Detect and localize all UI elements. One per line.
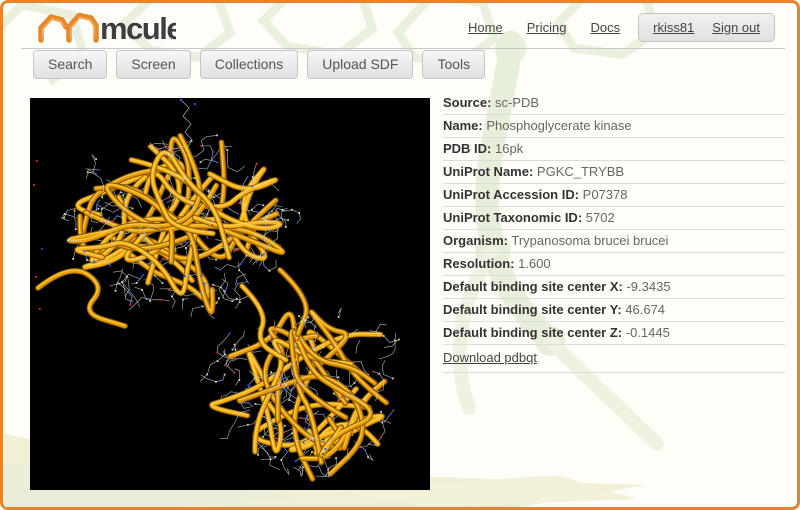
logo-text: mcule — [100, 11, 176, 46]
detail-value: sc-PDB — [491, 95, 539, 110]
detail-row-uniprot-name: UniProt Name: PGKC_TRYBB — [443, 161, 785, 184]
main-tabs: Search Screen Collections Upload SDF Tools — [33, 50, 485, 79]
detail-label: Organism: — [443, 233, 508, 248]
nav-link-pricing[interactable]: Pricing — [527, 20, 567, 35]
username-link[interactable]: rkiss81 — [653, 20, 694, 35]
detail-label: Default binding site center X: — [443, 279, 623, 294]
target-details-panel: Source: sc-PDBName: Phosphoglycerate kin… — [443, 92, 785, 373]
detail-label: PDB ID: — [443, 141, 491, 156]
detail-label: Name: — [443, 118, 483, 133]
top-nav: Home Pricing Docs rkiss81 Sign out — [468, 12, 775, 42]
header-divider — [21, 48, 785, 49]
mcule-logo[interactable]: mcule — [36, 7, 176, 52]
detail-value: 1.600 — [515, 256, 551, 271]
detail-value: P07378 — [579, 187, 627, 202]
sign-out-link[interactable]: Sign out — [712, 20, 760, 35]
detail-row-default-binding-site-center-x: Default binding site center X: -9.3435 — [443, 276, 785, 299]
protein-structure-image[interactable] — [30, 98, 430, 490]
detail-label: UniProt Accession ID: — [443, 187, 579, 202]
detail-label: Resolution: — [443, 256, 515, 271]
tab-tools[interactable]: Tools — [422, 50, 485, 79]
detail-row-organism: Organism: Trypanosoma brucei brucei — [443, 230, 785, 253]
detail-row-default-binding-site-center-y: Default binding site center Y: 46.674 — [443, 299, 785, 322]
detail-row-source: Source: sc-PDB — [443, 92, 785, 115]
nav-link-docs[interactable]: Docs — [590, 20, 620, 35]
detail-row-resolution: Resolution: 1.600 — [443, 253, 785, 276]
detail-value: PGKC_TRYBB — [533, 164, 624, 179]
detail-row-uniprot-accession-id: UniProt Accession ID: P07378 — [443, 184, 785, 207]
user-box: rkiss81 Sign out — [638, 13, 775, 42]
logo-hexagon-icon — [41, 17, 66, 40]
tab-screen[interactable]: Screen — [116, 50, 190, 79]
detail-row-default-binding-site-center-z: Default binding site center Z: -0.1445 — [443, 322, 785, 345]
nav-link-home[interactable]: Home — [468, 20, 503, 35]
mcule-target-details-page: { "page": { "frame_color": "#e8832a", "b… — [0, 0, 800, 510]
detail-value: 46.674 — [622, 302, 665, 317]
download-row: Download pdbqt — [443, 345, 785, 373]
detail-label: UniProt Taxonomic ID: — [443, 210, 582, 225]
logo-hexagon-icon-2 — [69, 16, 96, 41]
detail-value: -9.3435 — [623, 279, 671, 294]
tab-search[interactable]: Search — [33, 50, 107, 79]
protein-viewer[interactable] — [30, 98, 430, 490]
detail-label: UniProt Name: — [443, 164, 533, 179]
tab-upload-sdf[interactable]: Upload SDF — [307, 50, 413, 79]
nav-links: Home Pricing Docs — [468, 20, 620, 35]
detail-label: Source: — [443, 95, 491, 110]
detail-value: Phosphoglycerate kinase — [483, 118, 632, 133]
detail-row-uniprot-taxonomic-id: UniProt Taxonomic ID: 5702 — [443, 207, 785, 230]
tab-collections[interactable]: Collections — [200, 50, 298, 79]
detail-value: 5702 — [582, 210, 615, 225]
detail-value: 16pk — [491, 141, 523, 156]
download-pdbqt-link[interactable]: Download pdbqt — [443, 350, 537, 365]
detail-label: Default binding site center Y: — [443, 302, 622, 317]
detail-row-name: Name: Phosphoglycerate kinase — [443, 115, 785, 138]
detail-label: Default binding site center Z: — [443, 325, 622, 340]
detail-row-pdb-id: PDB ID: 16pk — [443, 138, 785, 161]
detail-value: -0.1445 — [622, 325, 670, 340]
detail-value: Trypanosoma brucei brucei — [508, 233, 668, 248]
